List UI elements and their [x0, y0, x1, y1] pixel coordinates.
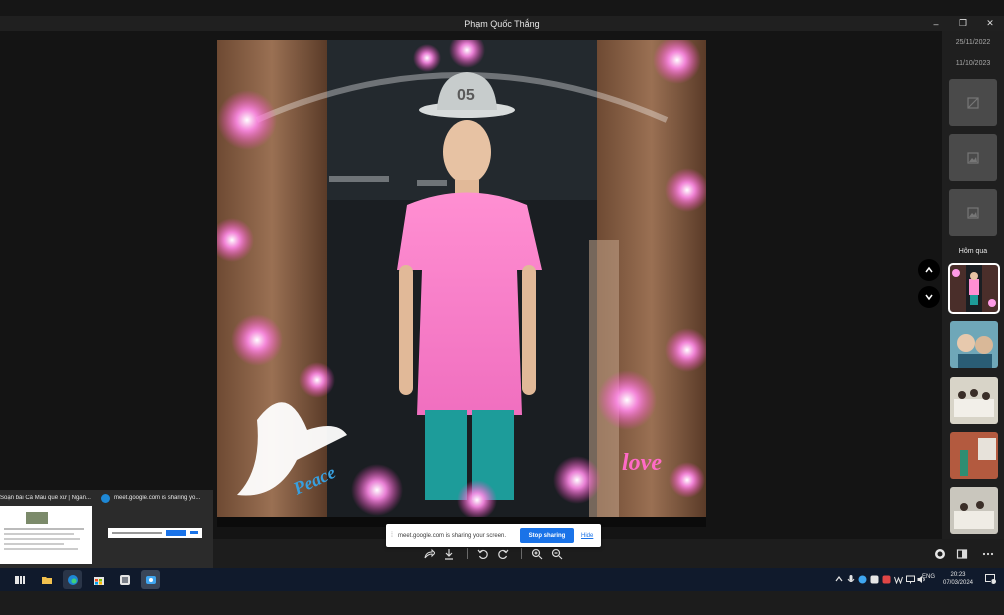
- thumbnail-image: [950, 487, 998, 534]
- image-icon: [967, 206, 979, 219]
- broken-image-icon: [967, 96, 979, 109]
- network-tray-icon[interactable]: [894, 574, 903, 584]
- task-view-button[interactable]: [10, 570, 29, 589]
- preview-thumbnail-webpage[interactable]: [0, 506, 92, 564]
- drag-handle[interactable]: ⁞: [386, 532, 398, 539]
- save-button[interactable]: [442, 547, 456, 561]
- thumbnail-image: [950, 432, 998, 479]
- date-label: 11/10/2023: [955, 60, 991, 67]
- clock-time: 20:23: [950, 572, 966, 578]
- edge-icon: [101, 494, 110, 503]
- photos-icon: [145, 575, 156, 584]
- scroll-up-button[interactable]: [918, 259, 940, 281]
- zoom-in-icon: [531, 548, 543, 560]
- preview-thumbnail-share-bar[interactable]: [108, 528, 202, 538]
- stop-sharing-button[interactable]: Stop sharing: [520, 528, 574, 543]
- display-tray-icon[interactable]: [906, 574, 915, 584]
- hide-link[interactable]: Hide: [581, 533, 593, 539]
- toolbar-divider: [521, 548, 522, 559]
- screen-share-banner: ⁞ meet.google.com is sharing your screen…: [386, 524, 601, 547]
- section-label-yesterday: Hôm qua: [958, 248, 988, 255]
- more-options-button[interactable]: [981, 547, 995, 561]
- preview-title[interactable]: Soạn bài Cà Mau quê xứ | Ngắn...: [0, 495, 96, 501]
- thumbnail-placeholder[interactable]: [949, 79, 997, 126]
- microphone-tray-icon[interactable]: [846, 574, 855, 584]
- thumbnail[interactable]: [950, 321, 998, 368]
- thumbnail[interactable]: [950, 487, 998, 534]
- app-tray-icon[interactable]: [882, 574, 891, 584]
- window-title: Phạm Quốc Thắng: [464, 18, 540, 29]
- store-icon: [93, 576, 104, 585]
- stack-icon: [119, 574, 130, 585]
- chevron-up-icon: [925, 266, 933, 273]
- top-strip: [0, 0, 1004, 16]
- more-icon: [982, 552, 994, 556]
- thumbnail-image: [950, 321, 998, 368]
- rotate-left-icon: [477, 549, 488, 560]
- toolbar-divider: [467, 548, 468, 559]
- thumbnail-placeholder[interactable]: [949, 134, 997, 181]
- zoom-in-button[interactable]: [530, 547, 544, 561]
- zoom-out-button[interactable]: [550, 547, 564, 561]
- rotate-right-button[interactable]: [496, 547, 510, 561]
- thumbnail-placeholder[interactable]: [949, 189, 997, 236]
- title-bar: Phạm Quốc Thắng – ❐ ✕: [0, 16, 1004, 31]
- rotate-right-icon: [498, 549, 509, 560]
- notification-count: 2: [990, 579, 993, 584]
- meet-tray-icon[interactable]: [858, 574, 867, 584]
- clock[interactable]: 20:23 07/03/2024: [938, 571, 978, 587]
- restore-button[interactable]: ❐: [949, 16, 977, 31]
- file-explorer-button[interactable]: [37, 570, 56, 589]
- zalo-tray-icon[interactable]: [870, 574, 879, 584]
- minimize-button[interactable]: –: [922, 16, 950, 31]
- panel-icon: [956, 549, 968, 559]
- clock-date: 07/03/2024: [942, 580, 974, 586]
- hat-number: 05: [457, 87, 475, 104]
- thumbnail[interactable]: [950, 377, 998, 424]
- rotate-left-button[interactable]: [476, 547, 490, 561]
- store-button[interactable]: [89, 570, 108, 589]
- main-photo: 05 Peace love: [217, 40, 706, 517]
- app-button[interactable]: [115, 570, 134, 589]
- chat-icon: [858, 575, 867, 583]
- share-button[interactable]: [422, 547, 436, 561]
- w-icon: [894, 576, 903, 584]
- love-overlay: love: [622, 450, 662, 476]
- thumbnail-selected[interactable]: [948, 263, 1000, 314]
- chevron-up-icon: [835, 576, 842, 582]
- monitor-icon: [906, 575, 915, 583]
- image-icon: [967, 151, 979, 164]
- sidebar-toggle-button[interactable]: [955, 547, 969, 561]
- microphone-icon: [847, 574, 854, 582]
- share-icon: [424, 548, 435, 559]
- preview-title[interactable]: meet.google.com is sharing yo...: [114, 495, 210, 501]
- share-message: meet.google.com is sharing your screen.: [398, 532, 507, 539]
- windows-taskbar: ENG 20:23 07/03/2024 2: [0, 568, 1004, 591]
- taskbar-preview-popup: Soạn bài Cà Mau quê xứ | Ngắn... meet.go…: [0, 490, 213, 568]
- thumbnail-image: [950, 377, 998, 424]
- bottom-strip: [0, 591, 1004, 615]
- folder-icon: [41, 576, 52, 584]
- info-button[interactable]: [933, 547, 947, 561]
- task-view-icon: [14, 575, 25, 584]
- messenger-icon: [870, 575, 879, 583]
- zoom-out-icon: [551, 548, 563, 560]
- date-label: 25/11/2022: [955, 39, 991, 46]
- photo-image: 05 Peace love: [217, 40, 706, 517]
- viewer-toolbar: [213, 539, 1004, 568]
- red-app-icon: [882, 575, 891, 583]
- thumbnail-image: [950, 265, 998, 312]
- show-hidden-icons-button[interactable]: [834, 574, 843, 584]
- scroll-down-button[interactable]: [918, 286, 940, 308]
- photos-app-button[interactable]: [141, 570, 160, 589]
- chevron-down-icon: [925, 294, 933, 301]
- thumbnail[interactable]: [950, 432, 998, 479]
- edge-taskbar-button[interactable]: [63, 570, 82, 589]
- filmstrip-sidebar: 25/11/2022 11/10/2023 Hôm qua: [942, 31, 1004, 539]
- close-button[interactable]: ✕: [976, 16, 1004, 31]
- circle-icon: [935, 549, 945, 559]
- download-icon: [445, 549, 453, 560]
- edge-icon: [67, 574, 78, 585]
- language-indicator[interactable]: ENG: [922, 574, 935, 580]
